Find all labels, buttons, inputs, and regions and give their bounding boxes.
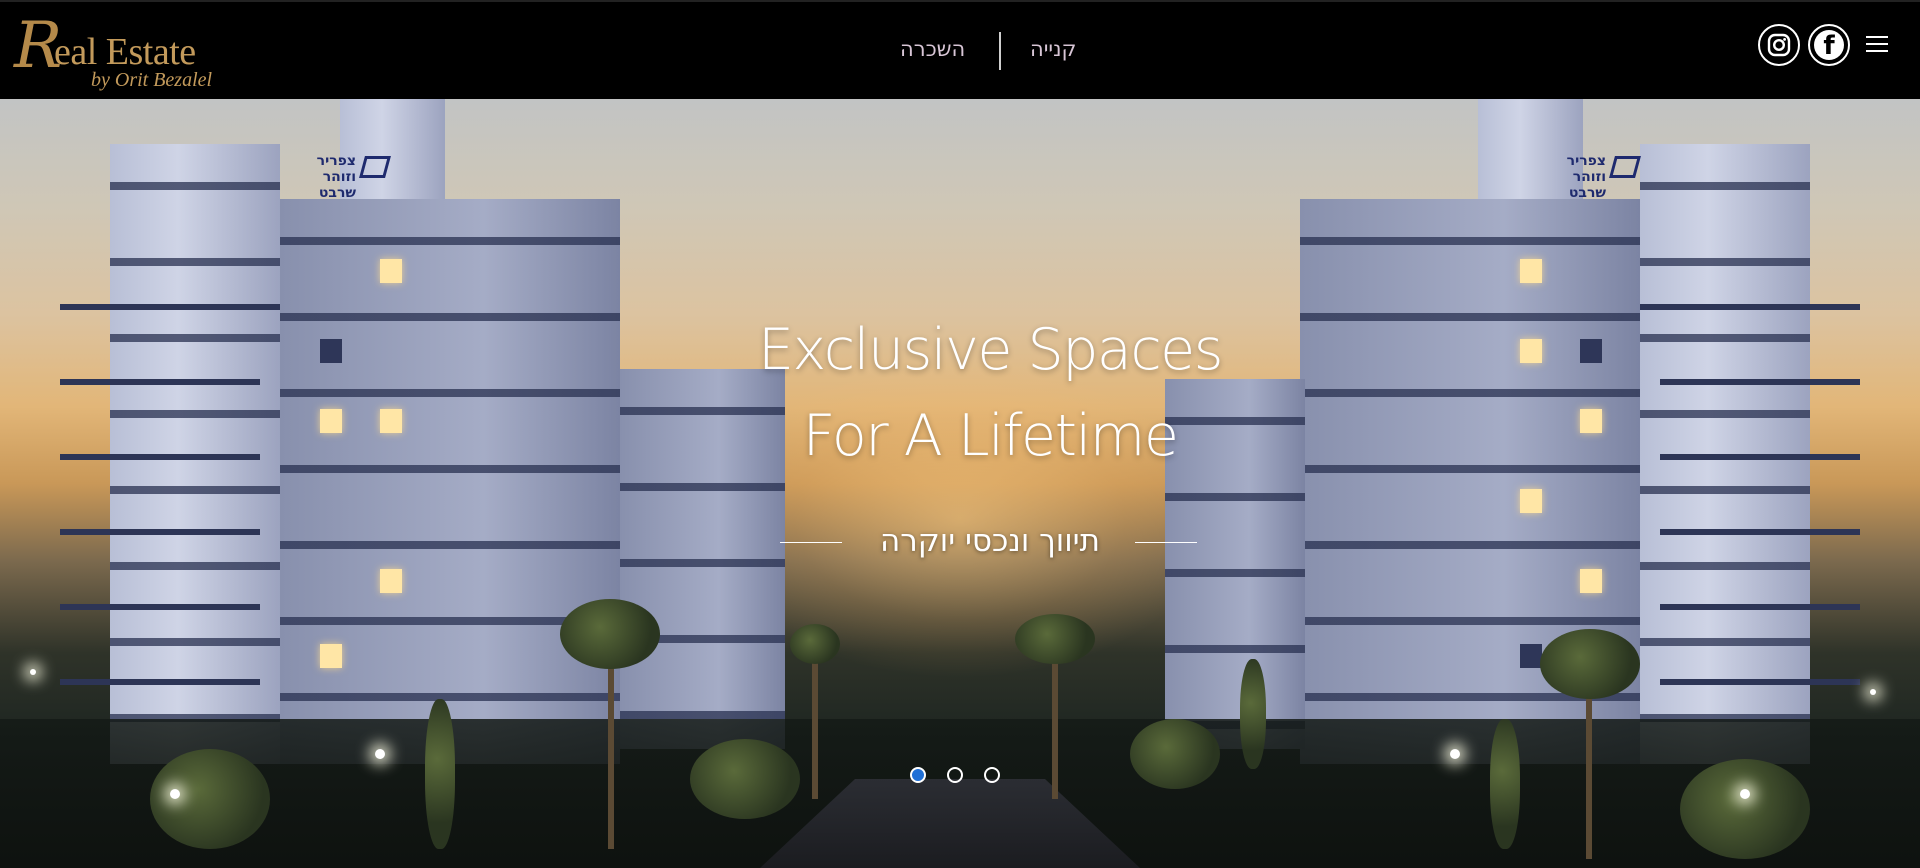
site-header: R eal Estate by Orit Bezalel השכרה קנייה… [0, 0, 1920, 99]
slider-dot-1[interactable] [910, 767, 926, 783]
facebook-icon: f [1814, 30, 1844, 60]
hero-subline: תיווך ונכסי יוקרה [780, 519, 1200, 563]
hero-headline: Exclusive Spaces For A Lifetime [660, 307, 1320, 479]
slider-dot-3[interactable] [984, 767, 1000, 783]
hamburger-menu-icon[interactable] [1866, 34, 1890, 54]
nav-divider [999, 32, 1001, 70]
building-left-side [280, 199, 620, 764]
headline-line-2: For A Lifetime [802, 403, 1179, 469]
building-logo-right-icon [1609, 156, 1641, 178]
site-logo[interactable]: R eal Estate by Orit Bezalel [14, 14, 244, 94]
slider-dots [910, 767, 1000, 785]
nav-buy-link[interactable]: קנייה [1030, 36, 1076, 62]
main-nav: השכרה קנייה [880, 30, 1120, 72]
headline-line-1: Exclusive Spaces [758, 317, 1223, 383]
building-sign-left: צפריר וזוהר שרבט [316, 153, 356, 201]
subline-rule-right [1135, 542, 1197, 543]
nav-rent-link[interactable]: השכרה [900, 36, 965, 62]
subline-rule-left [780, 542, 842, 543]
hero-banner: צפריר וזוהר שרבט צפריר וזוהר שרבט Exclus… [0, 99, 1920, 868]
logo-subtitle: by Orit Bezalel [91, 69, 213, 91]
instagram-icon [1767, 33, 1791, 57]
instagram-button[interactable] [1758, 24, 1800, 66]
logo-title: eal Estate [54, 31, 196, 73]
slider-dot-2[interactable] [947, 767, 963, 783]
facebook-button[interactable]: f [1808, 24, 1850, 66]
subline-text: תיווך ונכסי יוקרה [880, 523, 1100, 559]
building-sign-right: צפריר וזוהר שרבט [1566, 153, 1606, 201]
